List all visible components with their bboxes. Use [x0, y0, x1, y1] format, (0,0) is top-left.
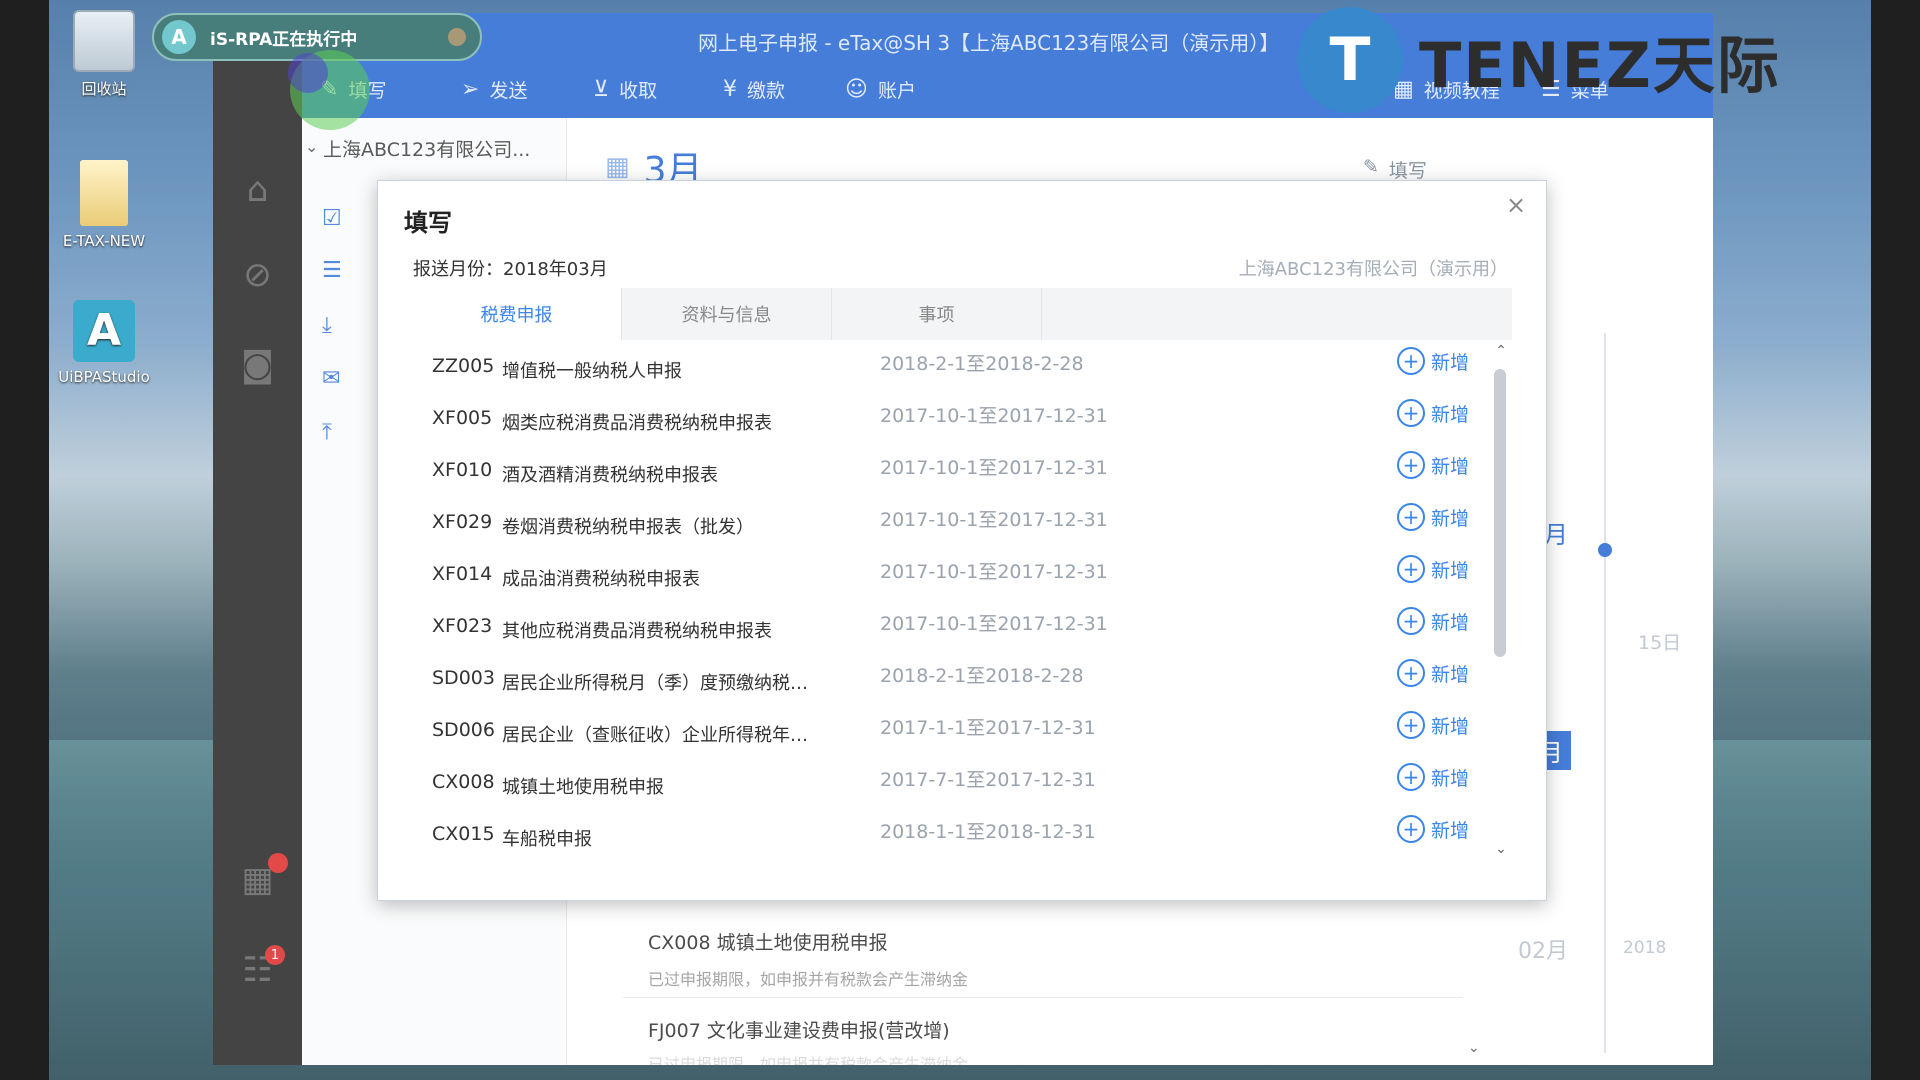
table-row: XF029 卷烟消费税纳税申报表（批发） 2017-10-1至2017-12-3…	[412, 497, 1492, 549]
fill-dialog: 填写 × 报送月份：2018年03月 上海ABC123有限公司（演示用） 税费申…	[377, 180, 1547, 901]
plus-circle-icon: +	[1397, 451, 1425, 479]
tab-tax-declaration[interactable]: 税费申报	[412, 288, 622, 340]
row-code: CX015	[432, 823, 495, 845]
plus-circle-icon: +	[1397, 815, 1425, 843]
scroll-down-icon[interactable]: ⌄	[1491, 841, 1511, 857]
row-name: 居民企业所得税月（季）度预缴纳税申...	[502, 673, 822, 694]
row-code: XF010	[432, 459, 493, 481]
add-button[interactable]: + 新增	[1397, 399, 1469, 427]
dialog-company-label: 上海ABC123有限公司（演示用）	[1238, 259, 1508, 280]
dialog-title: 填写	[404, 209, 452, 237]
table-row: CX015 车船税申报 2018-1-1至2018-12-31 + 新增	[412, 809, 1492, 861]
row-name: 增值税一般纳税人申报	[502, 361, 682, 382]
row-name: 城镇土地使用税申报	[502, 777, 664, 798]
table-row: CX008 城镇土地使用税申报 2017-7-1至2017-12-31 + 新增	[412, 757, 1492, 809]
table-row: XF014 成品油消费税纳税申报表 2017-10-1至2017-12-31 +…	[412, 549, 1492, 601]
row-name: 烟类应税消费品消费税纳税申报表	[502, 413, 772, 434]
plus-circle-icon: +	[1397, 763, 1425, 791]
add-button[interactable]: + 新增	[1397, 503, 1469, 531]
row-name: 居民企业（查账征收）企业所得税年度...	[502, 725, 822, 746]
add-button[interactable]: + 新增	[1397, 763, 1469, 791]
table-row: SD006 居民企业（查账征收）企业所得税年度... 2017-1-1至2017…	[412, 705, 1492, 757]
row-name: 成品油消费税纳税申报表	[502, 569, 700, 590]
row-period: 2018-2-1至2018-2-28	[880, 665, 1084, 687]
row-code: CX008	[432, 771, 495, 793]
add-button[interactable]: + 新增	[1397, 659, 1469, 687]
add-button[interactable]: + 新增	[1397, 607, 1469, 635]
row-period: 2017-10-1至2017-12-31	[880, 561, 1108, 583]
row-period: 2017-1-1至2017-12-31	[880, 717, 1096, 739]
table-row: XF010 酒及酒精消费税纳税申报表 2017-10-1至2017-12-31 …	[412, 445, 1492, 497]
plus-circle-icon: +	[1397, 659, 1425, 687]
plus-circle-icon: +	[1397, 607, 1425, 635]
add-button[interactable]: + 新增	[1397, 347, 1469, 375]
declaration-list: ZZ005 增值税一般纳税人申报 2018-2-1至2018-2-28 + 新增 …	[412, 341, 1492, 866]
plus-circle-icon: +	[1397, 399, 1425, 427]
row-code: XF005	[432, 407, 493, 429]
row-period: 2017-10-1至2017-12-31	[880, 509, 1108, 531]
add-button[interactable]: + 新增	[1397, 451, 1469, 479]
dialog-period-label: 报送月份：2018年03月	[413, 259, 608, 280]
row-period: 2017-10-1至2017-12-31	[880, 613, 1108, 635]
row-code: SD006	[432, 719, 495, 741]
row-code: XF023	[432, 615, 493, 637]
tab-materials-info[interactable]: 资料与信息	[622, 288, 832, 340]
dialog-tabs: 税费申报 资料与信息 事项	[412, 288, 1512, 340]
close-icon[interactable]: ×	[1506, 191, 1526, 219]
row-period: 2018-2-1至2018-2-28	[880, 353, 1084, 375]
plus-circle-icon: +	[1397, 711, 1425, 739]
row-name: 车船税申报	[502, 829, 592, 850]
table-row: XF005 烟类应税消费品消费税纳税申报表 2017-10-1至2017-12-…	[412, 393, 1492, 445]
row-period: 2017-7-1至2017-12-31	[880, 769, 1096, 791]
add-button[interactable]: + 新增	[1397, 815, 1469, 843]
row-code: XF014	[432, 563, 493, 585]
row-name: 酒及酒精消费税纳税申报表	[502, 465, 718, 486]
row-name: 其他应税消费品消费税纳税申报表	[502, 621, 772, 642]
plus-circle-icon: +	[1397, 347, 1425, 375]
row-period: 2018-1-1至2018-12-31	[880, 821, 1096, 843]
row-period: 2017-10-1至2017-12-31	[880, 457, 1108, 479]
dialog-scrollbar[interactable]: ⌃ ⌄	[1491, 341, 1511, 861]
scrollbar-thumb[interactable]	[1494, 369, 1506, 657]
row-period: 2017-10-1至2017-12-31	[880, 405, 1108, 427]
table-row: ZZ005 增值税一般纳税人申报 2018-2-1至2018-2-28 + 新增	[412, 341, 1492, 393]
row-code: SD003	[432, 667, 495, 689]
row-code: ZZ005	[432, 355, 495, 377]
add-button[interactable]: + 新增	[1397, 555, 1469, 583]
tab-matters[interactable]: 事项	[832, 288, 1042, 340]
plus-circle-icon: +	[1397, 555, 1425, 583]
plus-circle-icon: +	[1397, 503, 1425, 531]
row-name: 卷烟消费税纳税申报表（批发）	[502, 517, 754, 538]
row-code: XF029	[432, 511, 493, 533]
add-button[interactable]: + 新增	[1397, 711, 1469, 739]
table-row: SD003 居民企业所得税月（季）度预缴纳税申... 2018-2-1至2018…	[412, 653, 1492, 705]
table-row: XF023 其他应税消费品消费税纳税申报表 2017-10-1至2017-12-…	[412, 601, 1492, 653]
scroll-up-icon[interactable]: ⌃	[1491, 343, 1511, 359]
